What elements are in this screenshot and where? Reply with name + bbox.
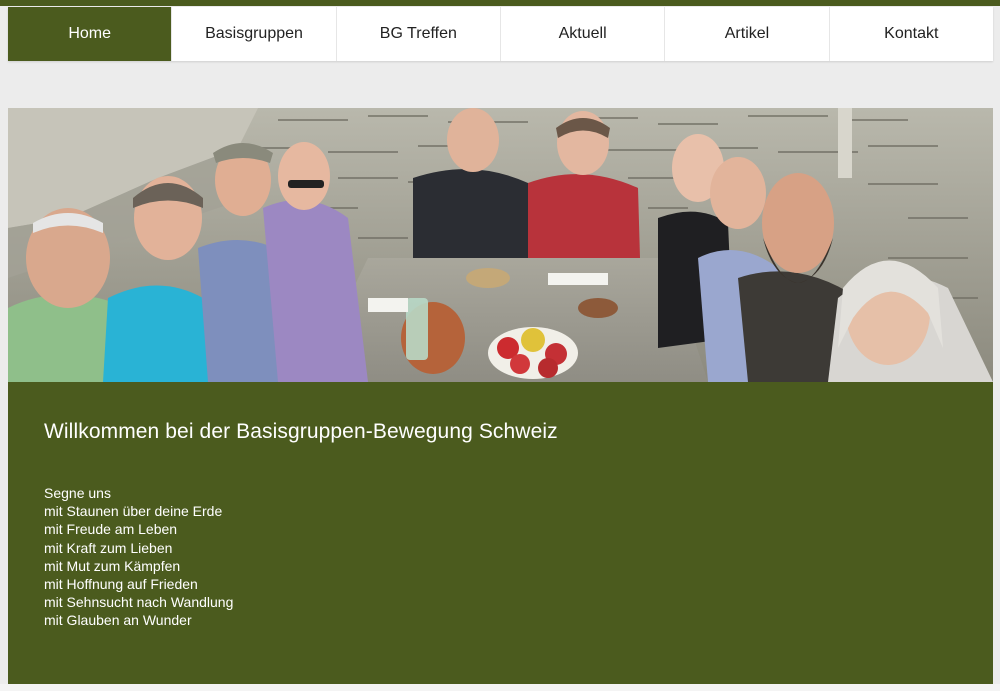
prayer-line: Segne uns xyxy=(44,485,111,501)
nav-label-home: Home xyxy=(68,25,111,42)
group-photo-illustration xyxy=(8,108,993,382)
top-accent-strip xyxy=(0,0,1000,6)
prayer-line: mit Sehnsucht nach Wandlung xyxy=(44,594,234,611)
nav-label-kontakt: Kontakt xyxy=(884,25,939,42)
nav-item-artikel[interactable]: Artikel xyxy=(665,7,830,61)
prayer-line: mit Glauben an Wunder xyxy=(44,612,192,629)
main-navigation: Home Basisgruppen BG Treffen Aktuell Art… xyxy=(8,7,993,61)
nav-item-aktuell[interactable]: Aktuell xyxy=(501,7,666,61)
nav-label-artikel: Artikel xyxy=(724,25,770,42)
nav-item-home[interactable]: Home xyxy=(8,7,173,61)
prayer-line: mit Kraft zum Lieben xyxy=(44,539,173,556)
nav-label-bg-treffen: BG Treffen xyxy=(379,25,457,42)
welcome-title: Willkommen bei der Basisgruppen-Bewegung… xyxy=(44,420,558,443)
nav-label-aktuell: Aktuell xyxy=(558,25,607,42)
welcome-section: Willkommen bei der Basisgruppen-Bewegung… xyxy=(8,382,993,684)
prayer-line: mit Freude am Leben xyxy=(44,521,178,538)
nav-item-bg-treffen[interactable]: BG Treffen xyxy=(337,7,501,61)
prayer-line: mit Mut zum Kämpfen xyxy=(44,557,181,574)
hero-group-photo xyxy=(8,108,993,382)
nav-item-kontakt[interactable]: Kontakt xyxy=(830,7,993,61)
prayer-text: Segne uns mit Staunen über deine Erde mi… xyxy=(44,484,233,630)
nav-item-basisgruppen[interactable]: Basisgruppen xyxy=(172,7,337,61)
prayer-line: mit Hoffnung auf Frieden xyxy=(44,576,198,593)
page-bottom-edge xyxy=(0,684,1000,691)
prayer-line: mit Staunen über deine Erde xyxy=(44,503,223,520)
nav-label-basisgruppen: Basisgruppen xyxy=(205,25,303,42)
